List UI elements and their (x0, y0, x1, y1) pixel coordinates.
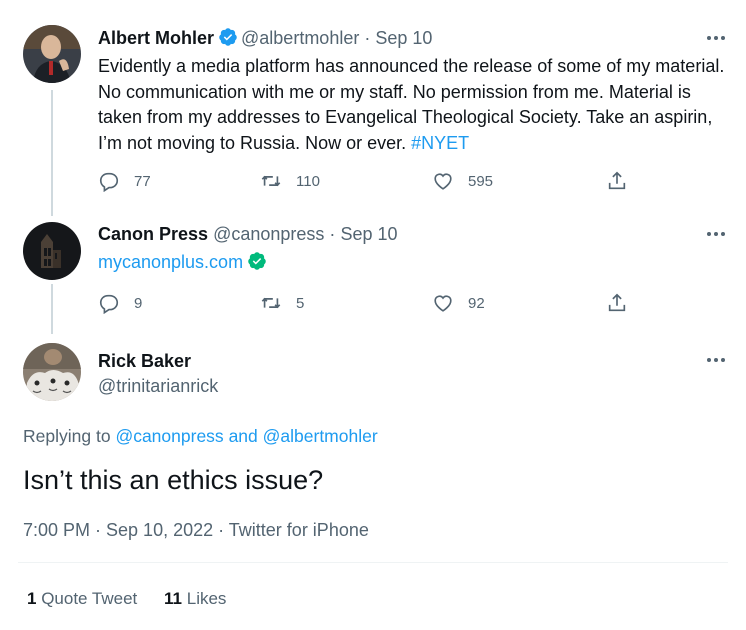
tweet-meta[interactable]: 7:00 PM · Sep 10, 2022 · Twitter for iPh… (23, 520, 369, 541)
tweet-header: Albert Mohler @albertmohler · Sep 10 (98, 26, 432, 53)
replying-to-prefix: Replying to (23, 426, 111, 446)
author-name-block: Rick Baker (98, 349, 191, 373)
mention-albertmohler[interactable]: @albertmohler (263, 426, 378, 446)
separator: · (364, 28, 371, 48)
like-count: 595 (468, 172, 494, 190)
retweet-count: 110 (296, 172, 320, 190)
avatar[interactable] (23, 25, 81, 83)
handle[interactable]: @canonpress (213, 224, 324, 244)
more-icon[interactable] (704, 224, 728, 244)
display-name[interactable]: Albert Mohler (98, 28, 214, 48)
separator: · (329, 224, 336, 244)
share-icon (608, 171, 626, 190)
like-count: 92 (468, 294, 485, 312)
handle[interactable]: @trinitarianrick (98, 376, 218, 396)
tweet-text: Isn’t this an ethics issue? (23, 465, 324, 495)
tweet-stats: 1 Quote Tweet 11 Likes (27, 589, 248, 609)
tweet-actions: 77 110 595 (98, 167, 638, 195)
retweet-icon (261, 297, 281, 309)
share-button[interactable] (606, 289, 628, 317)
tweet-canon-press[interactable]: Canon Press @canonpress · Sep 10 mycanon… (0, 215, 746, 335)
like-button[interactable]: 595 (432, 167, 493, 195)
reply-icon (99, 172, 119, 192)
more-icon[interactable] (704, 28, 728, 48)
more-icon[interactable] (704, 350, 728, 370)
likes-label: Likes (186, 589, 227, 608)
like-icon (434, 295, 452, 312)
display-name[interactable]: Canon Press (98, 224, 208, 244)
tweet-actions: 9 5 92 (98, 289, 638, 317)
tweet-date[interactable]: Sep 10 (340, 224, 397, 244)
replying-to-and[interactable]: and (229, 426, 258, 446)
reply-icon (99, 294, 119, 314)
like-button[interactable]: 92 (432, 289, 485, 317)
retweet-count: 5 (296, 294, 305, 312)
reply-count: 9 (134, 294, 143, 312)
quote-tweets-label: Quote Tweet (41, 589, 138, 608)
hashtag-link[interactable]: #NYET (411, 133, 469, 153)
retweet-icon (261, 175, 281, 187)
reply-button[interactable]: 9 (98, 289, 142, 317)
replying-to: Replying to @canonpress and @albertmohle… (23, 426, 378, 447)
retweet-button[interactable]: 5 (260, 289, 304, 317)
avatar[interactable] (23, 222, 81, 280)
tweet-date[interactable]: Sep 10 (375, 28, 432, 48)
share-button[interactable] (606, 167, 628, 195)
quote-tweets-stat[interactable]: 1 Quote Tweet (27, 589, 137, 608)
tweet-albert-mohler[interactable]: Albert Mohler @albertmohler · Sep 10 Evid… (0, 0, 746, 215)
retweet-button[interactable]: 110 (260, 167, 320, 195)
verified-badge-icon (218, 27, 238, 53)
author-handle-block: @trinitarianrick (98, 374, 218, 398)
divider (18, 562, 728, 563)
verified-badge-icon (247, 251, 267, 279)
website-link[interactable]: mycanonplus.com (98, 252, 243, 272)
tweet-text: Evidently a media platform has announced… (98, 54, 728, 156)
reply-button[interactable]: 77 (98, 167, 151, 195)
likes-stat[interactable]: 11 Likes (164, 589, 226, 608)
tweet-header: Canon Press @canonpress · Sep 10 (98, 222, 398, 246)
like-icon (434, 173, 452, 190)
mention-canonpress[interactable]: @canonpress (115, 426, 223, 446)
likes-count: 11 (164, 589, 183, 608)
avatar[interactable] (23, 343, 81, 401)
handle[interactable]: @albertmohler (241, 28, 359, 48)
share-icon (608, 293, 626, 312)
tweet-text: mycanonplus.com (98, 250, 728, 279)
quote-tweets-count: 1 (27, 589, 37, 608)
display-name[interactable]: Rick Baker (98, 351, 191, 371)
reply-count: 77 (134, 172, 151, 190)
